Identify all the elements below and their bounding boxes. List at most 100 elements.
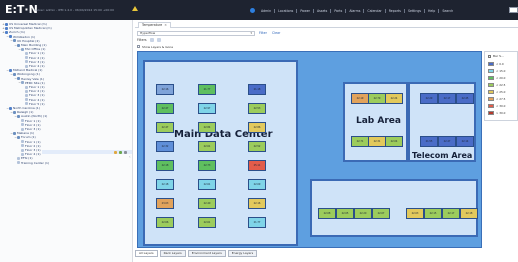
panel-splitter-handle[interactable]: ‹ (129, 154, 132, 162)
rack-col1-7[interactable]: 23.03 (156, 198, 174, 209)
filter-select[interactable]: Hyperflow ▾ (137, 31, 255, 36)
tab-energy-layers[interactable]: Energy Layers (227, 250, 258, 257)
nav-item-power[interactable]: Power (300, 9, 310, 13)
sublayers-toggle[interactable]: Show Layers & Gone (137, 44, 173, 49)
rack-col1-5[interactable]: 22.18 (156, 160, 174, 171)
options-icon[interactable] (156, 37, 161, 42)
floor-icon (17, 161, 20, 165)
rack-lab-4[interactable]: 22.71 (351, 136, 369, 147)
rack-telecom-bottom-5[interactable]: 22.03 (406, 208, 424, 219)
nav-item-help[interactable]: Help (428, 9, 435, 13)
rack-col3-1[interactable]: 21.18 (248, 84, 266, 95)
nav-item-alarms[interactable]: Alarms (349, 9, 360, 13)
building-icon (17, 135, 20, 139)
nav-item-assets[interactable]: Assets (317, 9, 327, 13)
rack-col2-8[interactable]: 22.61 (198, 217, 216, 228)
rack-col2-7[interactable]: 22.40 (198, 198, 216, 209)
chevron-down-icon: ▾ (250, 31, 252, 35)
legend-header[interactable]: Bar S... (488, 54, 504, 58)
nav-item-reports[interactable]: Reports (389, 9, 401, 13)
settings-icon[interactable] (124, 150, 127, 154)
rack-telecom-bottom-1[interactable]: 22.08 (318, 208, 336, 219)
tab-rack-layers[interactable]: Rack Layers (159, 250, 186, 257)
tab-environment-layers[interactable]: Environment Layers (187, 250, 226, 257)
global-search-input[interactable] (509, 7, 518, 13)
globe-icon (250, 8, 255, 13)
rack-telecom-bottom-2[interactable]: 22.05 (336, 208, 354, 219)
warning-icon[interactable] (132, 6, 138, 11)
nav-separator (403, 8, 405, 13)
rack-telecom-top-6[interactable]: 22.14 (456, 136, 474, 147)
refresh-icon[interactable] (119, 150, 122, 154)
rack-lab-3[interactable]: 22.24 (385, 93, 403, 104)
tab-all-layers[interactable]: All Layers (135, 250, 158, 257)
rack-telecom-bottom-8[interactable]: 22.18 (460, 208, 478, 219)
funnel-icon[interactable] (149, 37, 154, 42)
nav-item-settings[interactable]: Settings (408, 9, 421, 13)
rack-col3-4[interactable]: 22.52 (248, 141, 266, 152)
legend-item: < 30.0 (488, 103, 505, 108)
edit-icon[interactable] (114, 150, 117, 154)
rack-col1-4[interactable]: 22.32 (156, 141, 174, 152)
legend-item: < 22.5 (488, 82, 505, 87)
tree-node[interactable]: Training Center (1) (14, 161, 49, 165)
rack-lab-1[interactable]: 22.19 (351, 93, 369, 104)
rack-telecom-top-2[interactable]: 22.17 (438, 93, 456, 104)
filter-button[interactable]: Filter (259, 31, 267, 35)
rack-col3-6[interactable]: 22.09 (248, 179, 266, 190)
legend-item-label: < 30.0 (496, 103, 506, 108)
rack-col2-3[interactable]: 22.84 (198, 122, 216, 133)
legend-toggle-checkbox[interactable] (488, 54, 491, 58)
legend-swatch (488, 61, 494, 66)
rack-telecom-top-1[interactable]: 22.29 (420, 93, 438, 104)
floor-icon (21, 148, 24, 152)
rack-col2-6[interactable]: 22.61 (198, 179, 216, 190)
rack-col1-1[interactable]: 22.16 (156, 84, 174, 95)
rack-col1-8[interactable]: 22.66 (156, 217, 174, 228)
nav-item-locations[interactable]: Locations (278, 9, 293, 13)
floor-icon (21, 127, 24, 131)
rack-col3-5[interactable]: 25.11 (248, 160, 266, 171)
rack-telecom-bottom-3[interactable]: 22.20 (354, 208, 372, 219)
floor-icon (25, 93, 28, 97)
rack-lab-5[interactable]: 22.31 (368, 136, 386, 147)
rack-lab-2[interactable]: 22.79 (368, 93, 386, 104)
rack-col2-4[interactable]: 22.61 (198, 141, 216, 152)
sublayers-checkbox[interactable] (137, 45, 140, 48)
rack-col3-8[interactable]: 21.77 (248, 217, 266, 228)
nav-item-ports[interactable]: Ports (334, 9, 342, 13)
rack-col1-3[interactable]: 22.47 (156, 122, 174, 133)
rack-telecom-bottom-4[interactable]: 22.07 (372, 208, 390, 219)
tab-temperature[interactable]: Temperature × (138, 22, 171, 28)
layer-tabs: All Layers Rack Layers Environment Layers E… (135, 250, 258, 258)
rack-col3-7[interactable]: 22.16 (248, 198, 266, 209)
legend-item-label: < 15.0 (496, 68, 506, 73)
rack-telecom-bottom-6[interactable]: 22.15 (424, 208, 442, 219)
rack-lab-6[interactable]: 22.04 (385, 136, 403, 147)
nav-item-search[interactable]: Search (442, 9, 453, 13)
legend-item: < 25.0 (488, 89, 505, 94)
location-tree: ‹ + US Universal Medical (m) + US Metropoli… (0, 20, 133, 262)
floor-plan-canvas[interactable]: Main Data Center Lab Area Telecom Area 2… (137, 51, 482, 248)
clear-button[interactable]: Clear (272, 31, 280, 35)
rack-col3-2[interactable]: 22.53 (248, 103, 266, 114)
rack-col2-2[interactable]: 22.97 (198, 103, 216, 114)
tab-temperature-label: Temperature (142, 23, 163, 27)
rack-col3-3[interactable]: 22.86 (248, 122, 266, 133)
rack-col2-1[interactable]: 21.77 (198, 84, 216, 95)
rack-col1-2[interactable]: 22.47 (156, 103, 174, 114)
filter-select-value: Hyperflow (140, 31, 156, 35)
rack-telecom-top-5[interactable]: 22.47 (438, 136, 456, 147)
nav-item-calendar[interactable]: Calendar (367, 9, 381, 13)
floor-icon (25, 64, 28, 68)
rack-col1-6[interactable]: 22.18 (156, 179, 174, 190)
close-icon[interactable]: × (164, 23, 167, 27)
nav-item-admin[interactable]: Admin (261, 9, 271, 13)
rack-telecom-top-4[interactable]: 21.55 (420, 136, 438, 147)
rack-telecom-top-3[interactable]: 22.45 (456, 93, 474, 104)
rack-col2-5[interactable]: 22.73 (198, 160, 216, 171)
floor-icon (17, 156, 20, 160)
tree-row-actions (114, 150, 127, 154)
rack-telecom-bottom-7[interactable]: 22.17 (442, 208, 460, 219)
nav-separator (438, 8, 440, 13)
